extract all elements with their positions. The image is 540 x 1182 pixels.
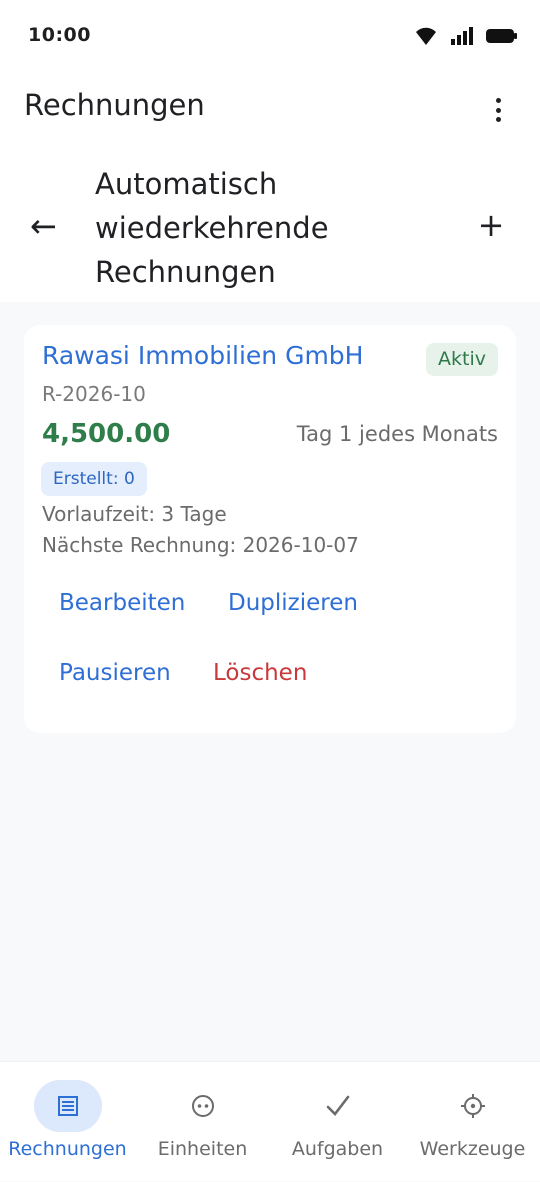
app-bar: Rechnungen [0, 72, 540, 152]
app-title: Rechnungen [24, 88, 205, 122]
status-bar: 10:00 [0, 0, 540, 72]
tools-gear-icon [460, 1094, 485, 1118]
bottom-navigation: Rechnungen Einheiten Aufgaben Werkzeuge [0, 1061, 540, 1181]
invoice-number: R-2026-10 [42, 382, 146, 406]
nav-item-aufgaben[interactable]: Aufgaben [270, 1062, 405, 1182]
page-title: Automatisch wiederkehrende Rechnungen [95, 167, 329, 289]
duplicate-button[interactable]: Duplizieren [228, 590, 358, 616]
invoice-list-icon [57, 1096, 78, 1116]
nav-label: Werkzeuge [419, 1138, 526, 1160]
status-icons [414, 26, 518, 46]
delete-button[interactable]: Löschen [213, 660, 307, 686]
pause-button[interactable]: Pausieren [59, 660, 171, 686]
recurring-invoice-card: Rawasi Immobilien GmbH Aktiv R-2026-10 4… [24, 325, 516, 733]
add-icon[interactable]: + [476, 209, 506, 241]
battery-icon [486, 29, 517, 43]
nav-item-rechnungen[interactable]: Rechnungen [0, 1062, 135, 1182]
invoice-schedule: Tag 1 jedes Monats [296, 422, 498, 446]
nav-label: Einheiten [157, 1138, 248, 1160]
back-arrow-icon[interactable]: ← [30, 208, 66, 244]
invoice-amount: 4,500.00 [42, 419, 171, 449]
nav-label: Aufgaben [291, 1138, 384, 1160]
next-invoice-date: Nächste Rechnung: 2026-10-07 [42, 533, 359, 557]
status-time: 10:00 [28, 24, 91, 46]
edit-button[interactable]: Bearbeiten [59, 590, 185, 616]
client-name[interactable]: Rawasi Immobilien GmbH [42, 341, 363, 370]
sub-header: ← Automatisch wiederkehrende Rechnungen … [0, 152, 540, 302]
units-icon [191, 1095, 214, 1117]
overflow-menu-icon[interactable] [486, 96, 510, 124]
status-badge: Aktiv [426, 343, 498, 376]
created-count-chip: Erstellt: 0 [41, 462, 147, 496]
nav-label: Rechnungen [8, 1138, 127, 1160]
signal-icon [451, 27, 473, 45]
checkmark-icon [326, 1095, 349, 1116]
wifi-icon [416, 27, 436, 45]
nav-item-werkzeuge[interactable]: Werkzeuge [405, 1062, 540, 1182]
lead-time: Vorlaufzeit: 3 Tage [42, 502, 227, 526]
nav-item-einheiten[interactable]: Einheiten [135, 1062, 270, 1182]
